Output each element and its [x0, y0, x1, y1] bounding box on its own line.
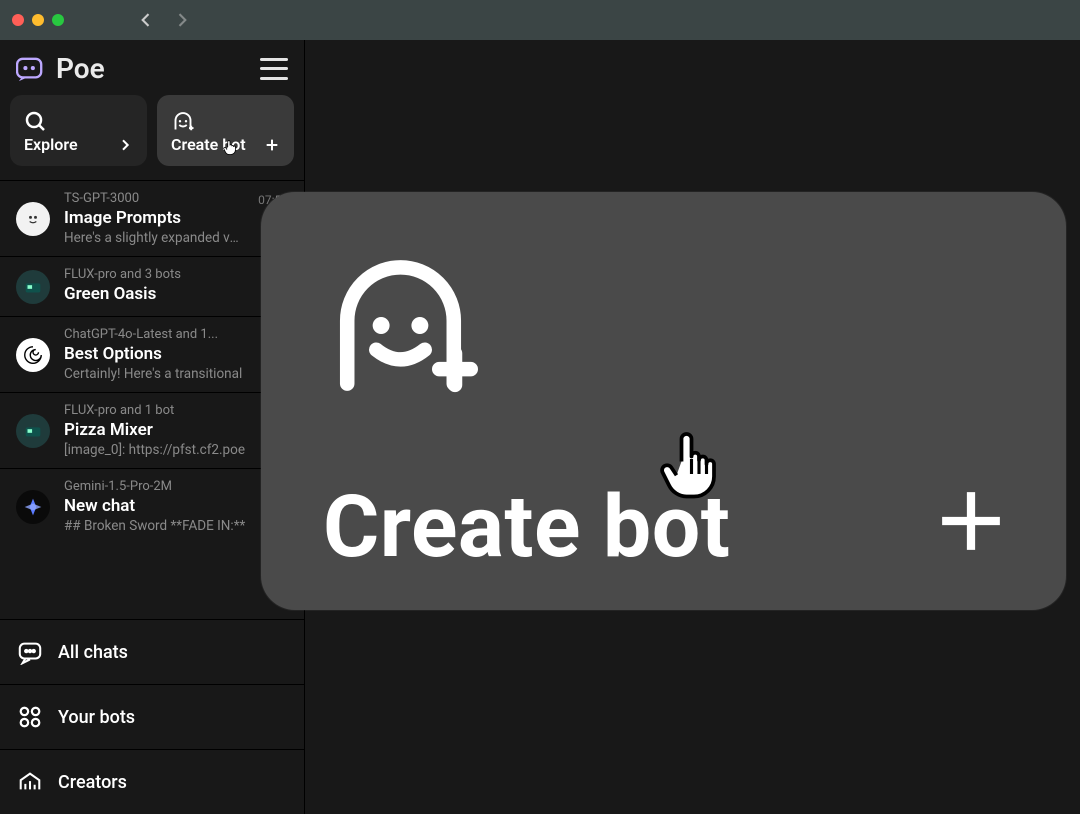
create-bot-overlay[interactable]: Create bot: [261, 192, 1066, 610]
grid-icon: [16, 703, 44, 731]
chat-meta: FLUX-pro and 3 bots: [64, 267, 288, 282]
chat-preview: ## Broken Sword **FADE IN:**: [64, 518, 288, 534]
menu-button[interactable]: [260, 58, 288, 80]
chat-item[interactable]: ChatGPT-4o-Latest and 1... Best Options …: [0, 316, 304, 392]
bot-smile-large-icon: [323, 248, 478, 403]
chat-meta: TS-GPT-3000: [64, 191, 244, 206]
brand-row: Poe: [0, 40, 304, 95]
avatar: [16, 270, 50, 304]
bot-smile-icon: [171, 110, 195, 134]
chevron-right-icon: [117, 137, 133, 153]
nav-all-chats[interactable]: All chats: [0, 619, 304, 684]
chat-title: Best Options: [64, 344, 288, 364]
create-bot-label: Create bot: [171, 135, 246, 154]
chat-preview: Here's a slightly expanded vers: [64, 230, 244, 246]
sidebar: Poe Explore: [0, 40, 305, 814]
avatar: [16, 490, 50, 524]
chat-meta: ChatGPT-4o-Latest and 1...: [64, 327, 288, 342]
chat-item[interactable]: FLUX-pro and 1 bot Pizza Mixer [image_0]…: [0, 392, 304, 468]
avatar: [16, 414, 50, 448]
chat-bubble-icon: [16, 638, 44, 666]
chat-item[interactable]: Gemini-1.5-Pro-2M New chat ## Broken Swo…: [0, 468, 304, 544]
plus-large-icon: [938, 488, 1004, 566]
arrow-left-icon: [136, 10, 156, 30]
chat-title: Pizza Mixer: [64, 420, 288, 440]
nav-label: Your bots: [58, 707, 135, 728]
chat-item[interactable]: TS-GPT-3000 Image Prompts Here's a sligh…: [0, 180, 304, 256]
search-icon: [24, 110, 48, 134]
nav-your-bots[interactable]: Your bots: [0, 684, 304, 749]
chat-list: TS-GPT-3000 Image Prompts Here's a sligh…: [0, 180, 304, 619]
avatar: [16, 202, 50, 236]
poe-logo-icon: [16, 56, 46, 82]
back-button[interactable]: [132, 6, 160, 34]
chat-preview: Certainly! Here's a transitional: [64, 366, 288, 382]
chat-title: Image Prompts: [64, 208, 244, 228]
plus-icon: [264, 137, 280, 153]
brand[interactable]: Poe: [16, 52, 105, 85]
nav-creators[interactable]: Creators: [0, 749, 304, 814]
nav-label: Creators: [58, 772, 127, 793]
nav-label: All chats: [58, 642, 128, 663]
titlebar: [0, 0, 1080, 40]
window-controls: [12, 14, 64, 26]
brand-name: Poe: [56, 52, 105, 85]
explore-card[interactable]: Explore: [10, 95, 147, 166]
minimize-window[interactable]: [32, 14, 44, 26]
main-content: Create bot: [305, 40, 1080, 814]
chat-title: New chat: [64, 496, 288, 516]
create-bot-card[interactable]: Create bot: [157, 95, 294, 166]
chat-preview: [image_0]: https://pfst.cf2.poe: [64, 442, 288, 458]
chat-meta: FLUX-pro and 1 bot: [64, 403, 288, 418]
chat-title: Green Oasis: [64, 284, 288, 304]
forward-button[interactable]: [168, 6, 196, 34]
close-window[interactable]: [12, 14, 24, 26]
action-row: Explore Create bot: [0, 95, 304, 180]
hand-cursor-icon: [654, 424, 734, 504]
chat-item[interactable]: FLUX-pro and 3 bots Green Oasis: [0, 256, 304, 316]
chat-meta: Gemini-1.5-Pro-2M: [64, 479, 288, 494]
avatar: [16, 338, 50, 372]
arrow-right-icon: [172, 10, 192, 30]
maximize-window[interactable]: [52, 14, 64, 26]
creators-icon: [16, 768, 44, 796]
explore-label: Explore: [24, 135, 78, 154]
